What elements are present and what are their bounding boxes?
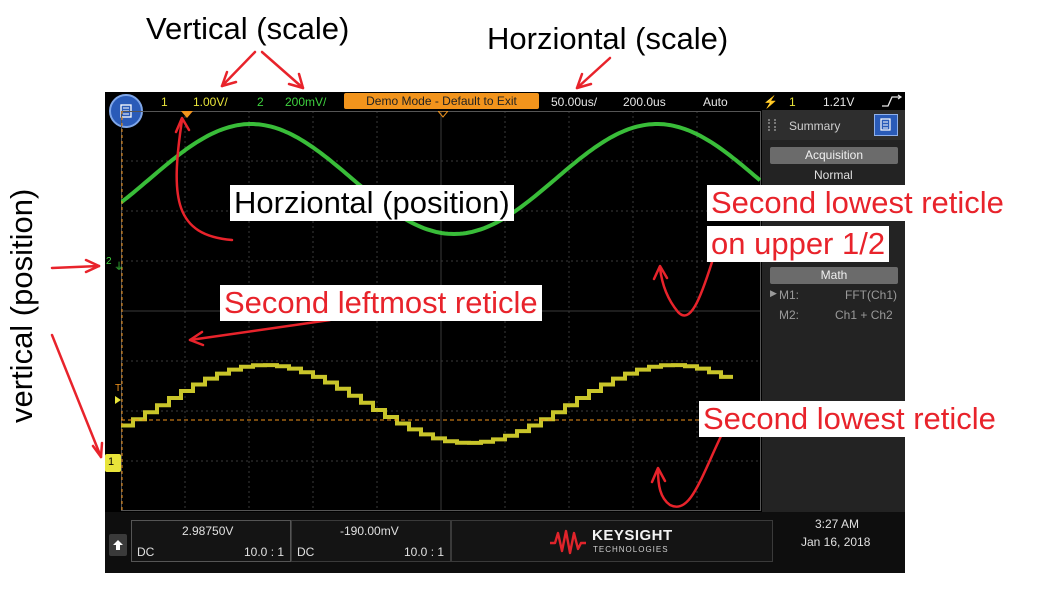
annotation-vertical-scale: Vertical (scale): [146, 11, 350, 46]
annotation-second-leftmost-reticle: Second leftmost reticle: [220, 285, 542, 321]
annotation-vertical-position: vertical (position): [4, 188, 39, 423]
annotation-second-lowest-reticle: Second lowest reticle: [699, 401, 1000, 437]
annotation-horizontal-position: Horziontal (position): [230, 185, 514, 221]
annotation-second-lowest-upper-line2: on upper 1/2: [707, 226, 890, 262]
annotation-second-lowest-upper-line1: Second lowest reticle: [707, 185, 1008, 221]
annotation-horizontal-scale: Horziontal (scale): [487, 21, 729, 56]
